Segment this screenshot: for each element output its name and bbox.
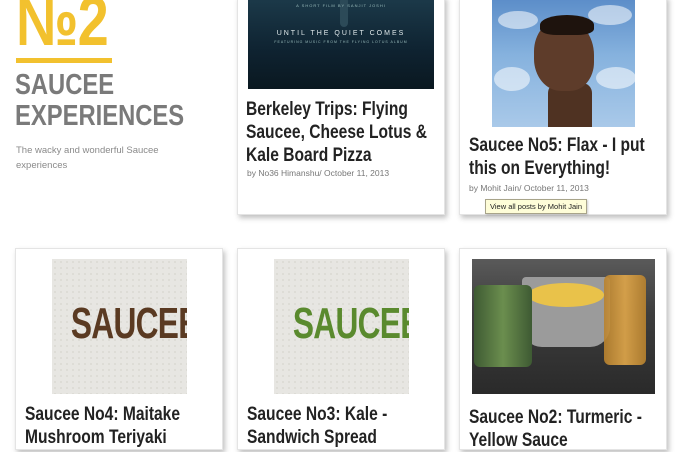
post-meta: by Mohit Jain/ October 11, 2013 (469, 183, 589, 193)
post-title[interactable]: Berkeley Trips: Flying Saucee, Cheese Lo… (246, 98, 439, 167)
post-title[interactable]: Saucee No3: Kale - Sandwich Spread (247, 403, 440, 449)
post-meta: by No36 Himanshu/ October 11, 2013 (247, 168, 390, 178)
post-date-link[interactable]: October 11, 2013 (524, 183, 589, 193)
post-author-link[interactable]: No36 Himanshu (258, 168, 319, 178)
post-thumbnail[interactable] (472, 259, 655, 394)
cloud-shape (498, 11, 538, 29)
post-thumbnail[interactable]: A SHORT FILM BY SANJIT JOSHI UNTIL THE Q… (248, 0, 434, 89)
thumb-credit-text: A SHORT FILM BY SANJIT JOSHI (296, 3, 386, 8)
post-date-link[interactable]: October 11, 2013 (324, 168, 389, 178)
thumb-subtitle-text: FEATURING MUSIC FROM THE FLYING LOTUS AL… (274, 40, 408, 44)
can-shape (474, 285, 532, 367)
post-card[interactable]: Saucee No2: Turmeric - Yellow Sauce (459, 248, 667, 452)
post-card[interactable]: SAUCEE Saucee No4: Maitake Mushroom Teri… (15, 248, 223, 450)
cloud-shape (494, 67, 530, 91)
post-title[interactable]: Saucee No5: Flax - I put this on Everyth… (469, 134, 662, 180)
post-thumbnail[interactable]: SAUCEE (52, 259, 187, 394)
post-card[interactable]: SAUCEE Saucee No3: Kale - Sandwich Sprea… (237, 248, 445, 450)
yellow-sauce (528, 283, 604, 307)
cloud-shape (588, 5, 632, 25)
post-title[interactable]: Saucee No2: Turmeric - Yellow Sauce (469, 406, 662, 452)
jar-shape (604, 275, 646, 365)
post-title[interactable]: Saucee No4: Maitake Mushroom Teriyaki (25, 403, 218, 449)
author-tooltip: View all posts by Mohit Jain (485, 199, 587, 214)
cloud-shape (596, 67, 635, 89)
post-author-link[interactable]: Mohit Jain (480, 183, 519, 193)
saucee-logo-word: SAUCEE (292, 299, 409, 348)
post-thumbnail[interactable] (492, 0, 635, 127)
thumb-title-text: UNTIL THE QUIET COMES (276, 30, 406, 37)
site-description: The wacky and wonderful Saucee experienc… (16, 145, 159, 171)
logo-mark: №2 (16, 0, 109, 60)
saucee-logo-word: SAUCEE (70, 299, 187, 348)
post-card[interactable]: A SHORT FILM BY SANJIT JOSHI UNTIL THE Q… (237, 0, 445, 215)
logo-underline (16, 58, 112, 63)
post-thumbnail[interactable]: SAUCEE (274, 259, 409, 394)
portrait-hair (540, 15, 594, 35)
post-card[interactable]: Saucee No5: Flax - I put this on Everyth… (459, 0, 667, 215)
site-title[interactable]: SAUCEE EXPERIENCES (15, 70, 184, 132)
